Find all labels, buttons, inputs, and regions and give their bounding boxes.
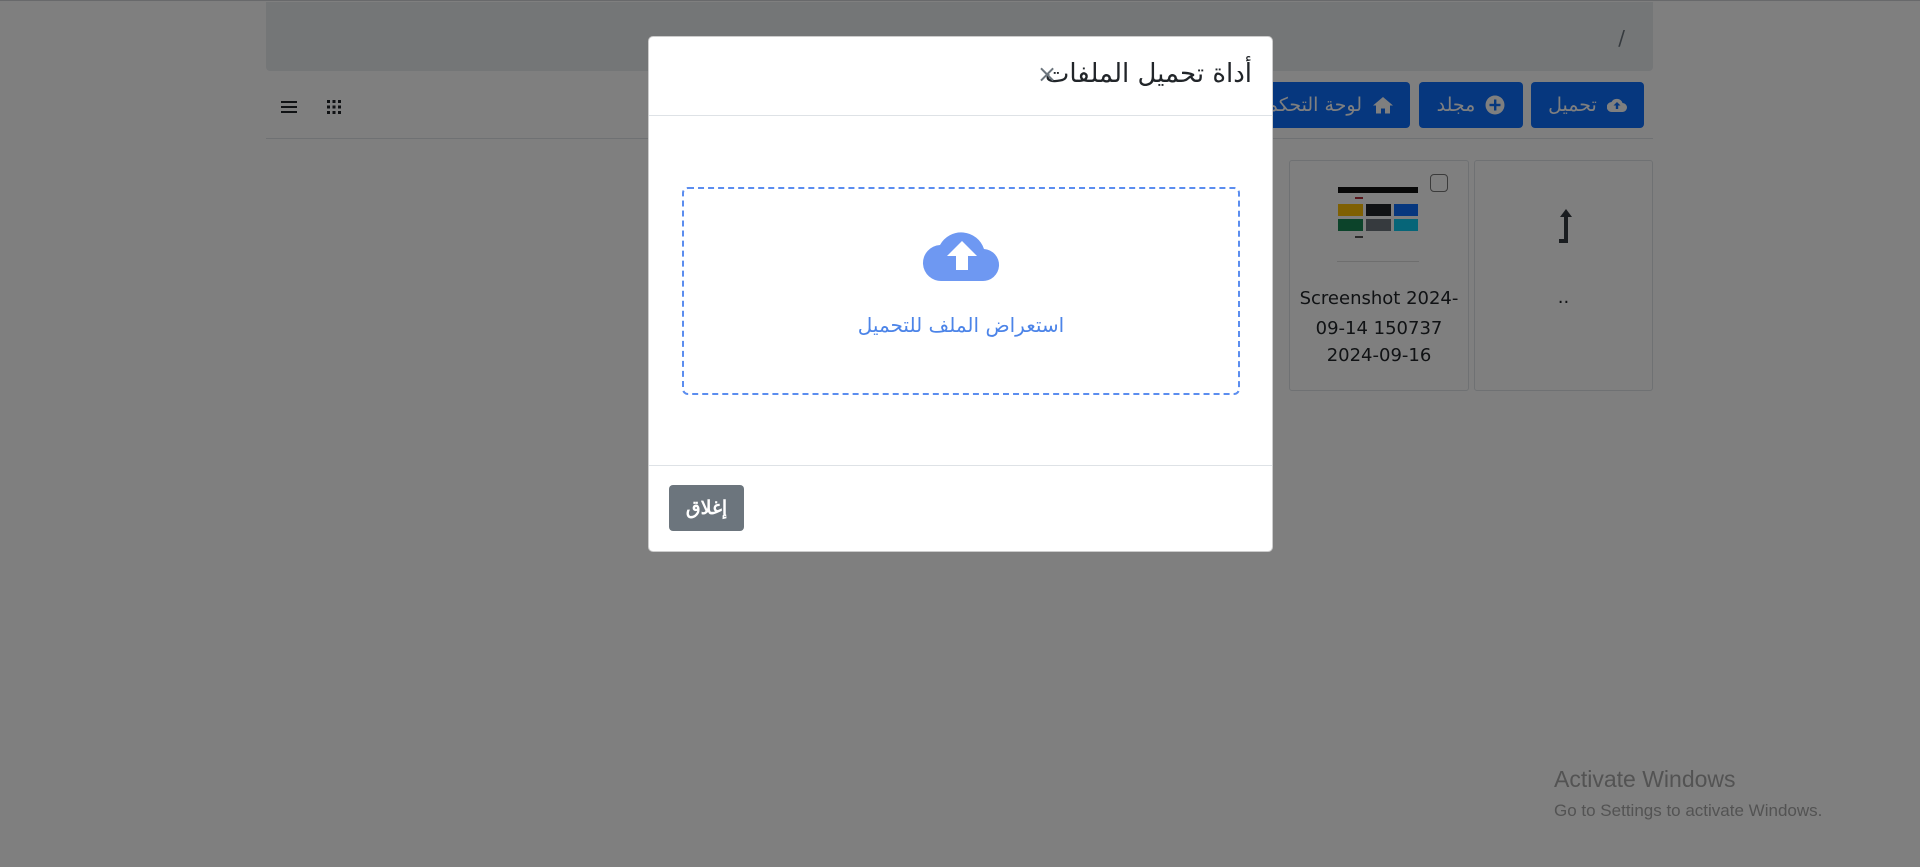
dropzone-label: استعراض الملف للتحميل xyxy=(857,313,1065,337)
modal-title: أداة تحميل الملفات xyxy=(1044,59,1252,89)
close-icon[interactable]: × xyxy=(1037,59,1057,89)
modal-footer-divider xyxy=(649,465,1272,466)
cloud-upload-icon xyxy=(922,232,1000,282)
upload-dropzone[interactable]: استعراض الملف للتحميل xyxy=(682,187,1240,395)
close-button[interactable]: إغلاق xyxy=(669,485,744,531)
modal-header: أداة تحميل الملفات × xyxy=(649,37,1272,116)
upload-modal: أداة تحميل الملفات × استعراض الملف للتحم… xyxy=(648,36,1273,552)
